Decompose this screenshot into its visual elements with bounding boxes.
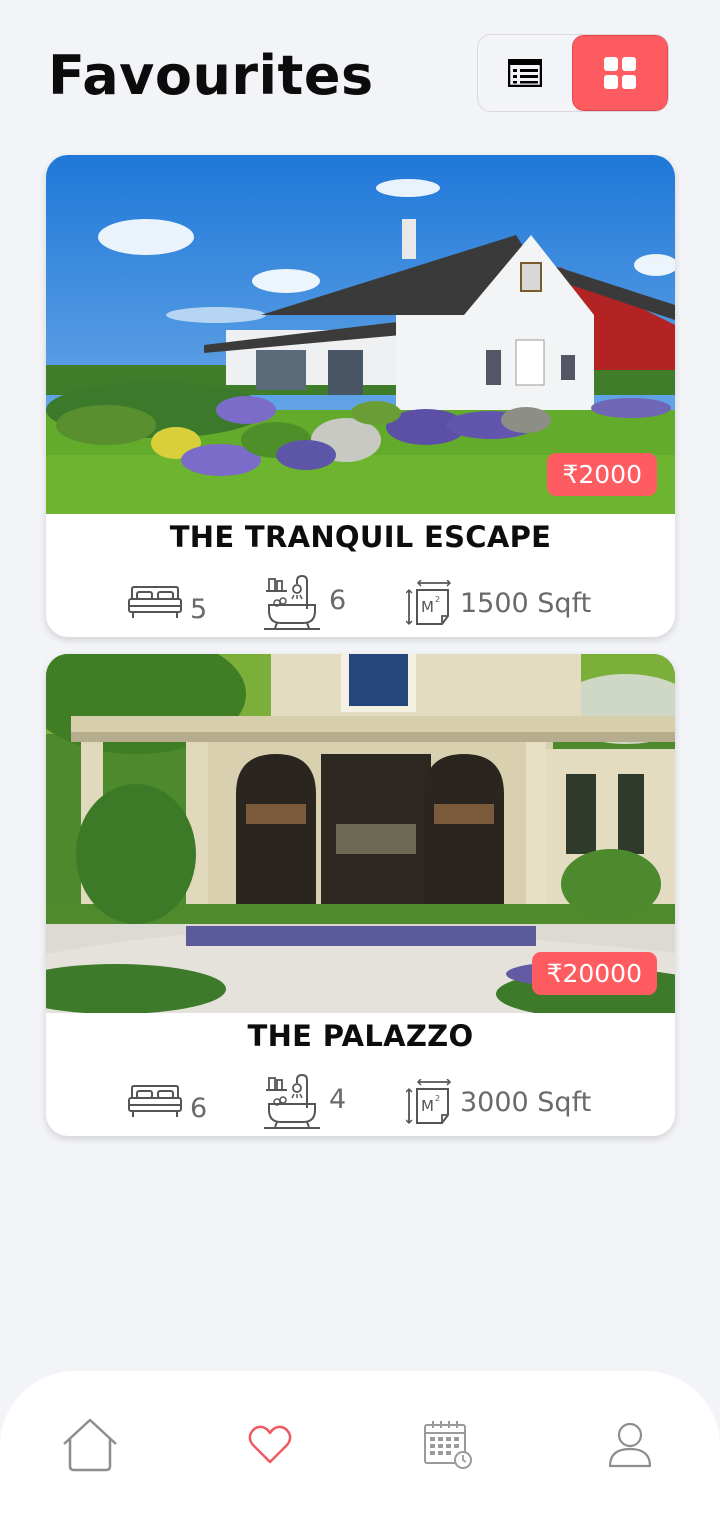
grid-view-icon xyxy=(604,57,636,89)
nav-favourites[interactable] xyxy=(240,1415,300,1475)
area-spec: M 2 1500 Sqft xyxy=(406,573,591,633)
area-spec: M 2 3000 Sqft xyxy=(406,1072,591,1132)
beds-count: 5 xyxy=(190,593,208,625)
nav-home[interactable] xyxy=(60,1415,120,1475)
svg-text:M: M xyxy=(421,598,434,616)
beds-spec: 6 xyxy=(128,1072,207,1132)
svg-text:2: 2 xyxy=(435,595,440,604)
bottom-nav xyxy=(0,1371,720,1514)
area-value: 3000 Sqft xyxy=(460,1086,592,1118)
bed-icon xyxy=(128,586,182,618)
price-badge: ₹2000 xyxy=(547,453,657,496)
property-specs: 6 4 M 2 3000 Sqft xyxy=(46,1072,675,1132)
view-toggle xyxy=(477,34,669,112)
bathtub-icon xyxy=(264,575,320,630)
baths-count: 4 xyxy=(329,1083,347,1115)
bathtub-icon xyxy=(264,1074,320,1129)
area-icon: M 2 xyxy=(406,580,452,626)
area-value: 1500 Sqft xyxy=(460,587,592,619)
property-specs: 5 6 M 2 1500 Sqft xyxy=(46,573,675,633)
nav-calendar[interactable] xyxy=(418,1415,478,1475)
page-title: Favourites xyxy=(48,44,374,107)
user-icon xyxy=(608,1422,652,1468)
calendar-icon xyxy=(424,1421,472,1469)
area-icon: M 2 xyxy=(406,1079,452,1125)
property-card[interactable]: ₹2000 THE TRANQUIL ESCAPE 5 6 M 2 1500 S… xyxy=(46,155,675,637)
property-image: ₹2000 xyxy=(46,155,675,514)
nav-profile[interactable] xyxy=(600,1415,660,1475)
baths-count: 6 xyxy=(329,584,347,616)
bed-icon xyxy=(128,1085,182,1117)
property-name: THE PALAZZO xyxy=(247,1019,474,1053)
baths-spec: 6 xyxy=(263,573,346,633)
beds-spec: 5 xyxy=(128,573,207,633)
header: Favourites xyxy=(0,0,720,150)
svg-text:M: M xyxy=(421,1097,434,1115)
svg-text:2: 2 xyxy=(435,1094,440,1103)
list-view-button[interactable] xyxy=(478,35,572,111)
grid-view-button[interactable] xyxy=(572,35,668,111)
price-badge: ₹20000 xyxy=(531,952,657,995)
list-view-icon xyxy=(508,59,542,87)
baths-spec: 4 xyxy=(263,1072,346,1132)
beds-count: 6 xyxy=(190,1092,208,1124)
property-card[interactable]: ₹20000 THE PALAZZO 6 4 M 2 3000 Sqft xyxy=(46,654,675,1136)
property-image: ₹20000 xyxy=(46,654,675,1013)
home-icon xyxy=(63,1418,117,1472)
heart-icon xyxy=(248,1425,292,1464)
property-name: THE TRANQUIL ESCAPE xyxy=(169,520,552,554)
